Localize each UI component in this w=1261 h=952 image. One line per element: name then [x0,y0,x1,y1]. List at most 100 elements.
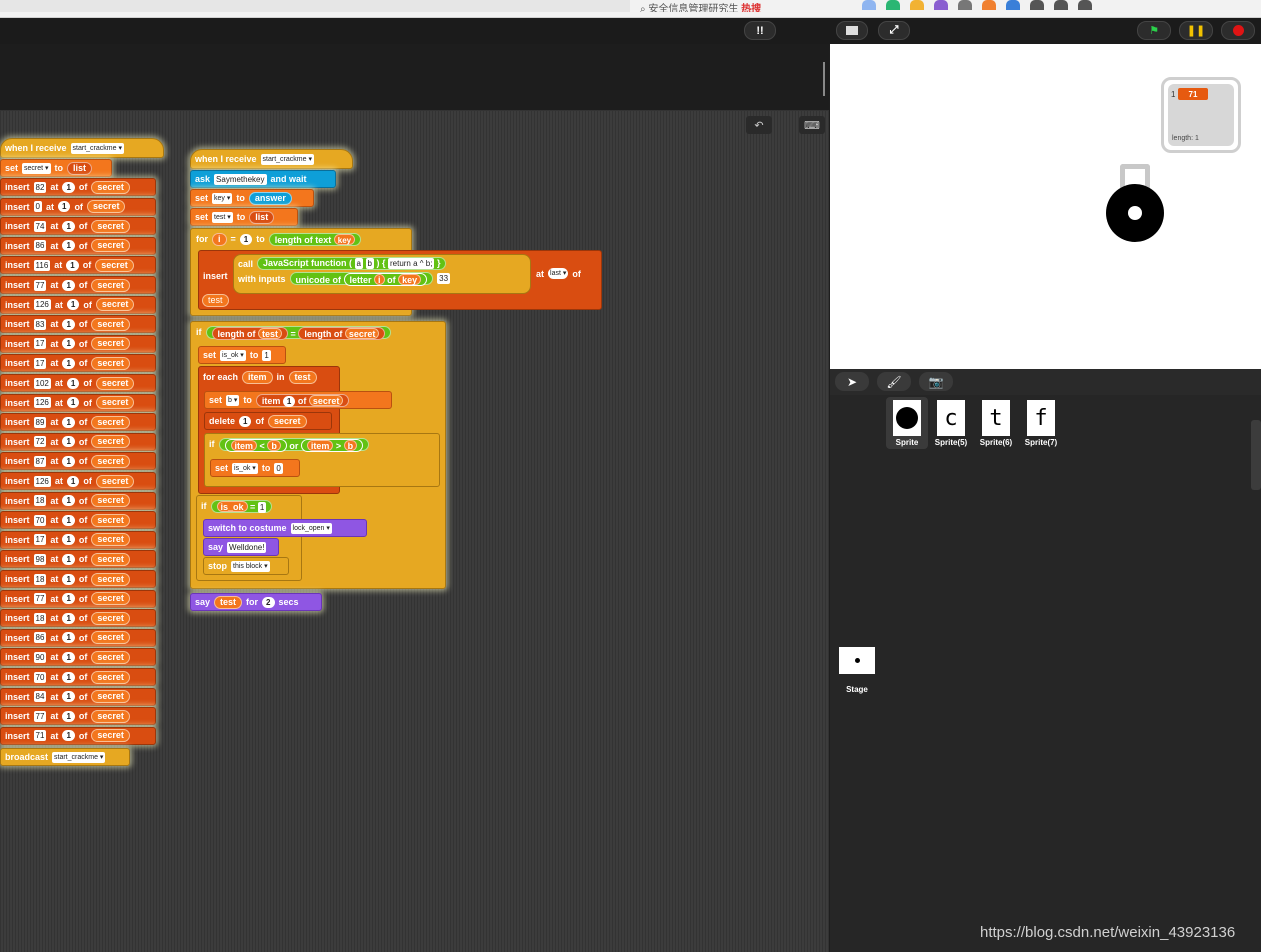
secret-var[interactable]: secret [91,592,130,606]
set-key-block[interactable]: set key to answer [190,189,314,207]
insert-value-input[interactable]: 77 [33,710,47,722]
insert-value-block[interactable]: insert 74 at 1 of secret [0,217,156,236]
corral-scrollbar[interactable] [1251,420,1261,490]
secret-var[interactable]: secret [91,631,130,645]
insert-value-input[interactable]: 90 [33,651,47,663]
secret-var[interactable]: secret [95,298,135,312]
test-var[interactable]: test [288,370,317,384]
insert-value-input[interactable]: 126 [33,475,51,487]
pane-divider[interactable] [823,62,825,96]
index-input[interactable]: 1 [282,395,296,407]
value-input[interactable]: 1 [257,501,267,513]
paint-new-sprite-button[interactable]: 🖌 [877,372,911,391]
secret-var[interactable]: secret [91,709,130,723]
sprite-tile-sprite-7[interactable]: f Sprite(7) [1020,397,1062,449]
extension-icon[interactable] [934,0,948,10]
secs-input[interactable]: 2 [262,596,275,608]
message-dropdown[interactable]: start_crackme [70,142,124,154]
insert-position-dropdown[interactable]: last [548,268,569,279]
value-input[interactable]: 1 [262,349,271,361]
secret-var[interactable]: secret [91,572,130,586]
index-input[interactable]: 1 [62,514,75,526]
var-dropdown[interactable]: test [212,211,233,223]
secret-var[interactable]: secret [91,690,130,704]
extension-icon[interactable] [982,0,996,10]
i-var[interactable]: i [374,274,385,285]
browser-address-area[interactable] [0,0,630,12]
camera-sprite-button[interactable]: 📷 [919,372,953,391]
insert-value-block[interactable]: insert 98 at 1 of secret [0,550,156,569]
insert-value-block[interactable]: insert 18 at 1 of secret [0,570,156,588]
scripts-area[interactable]: ↶ ⌨ when I receive start_crackme set sec… [0,111,829,952]
insert-value-block[interactable]: insert 126 at 1 of secret [0,393,156,412]
index-input[interactable]: 1 [57,201,71,213]
index-input[interactable]: 1 [66,475,80,487]
answer-reporter[interactable]: answer [248,191,292,205]
insert-value-input[interactable]: 84 [33,691,47,703]
value-input[interactable]: 0 [274,462,283,474]
secret-var[interactable]: secret [91,729,130,743]
insert-value-input[interactable]: 0 [33,201,42,213]
index-input[interactable]: 1 [62,220,75,232]
item-var[interactable]: item [242,370,273,384]
stop-option-dropdown[interactable]: this block [231,560,270,572]
index-input[interactable]: 1 [62,240,75,252]
var-dropdown[interactable]: b [226,394,240,406]
secret-var[interactable]: secret [86,200,126,214]
key-var[interactable]: key [333,233,356,245]
test-var[interactable]: test [202,294,229,307]
costume-dropdown[interactable]: lock_open [290,522,332,534]
index-input[interactable]: 1 [62,691,75,703]
secret-var[interactable]: secret [95,376,135,390]
insert-value-input[interactable]: 126 [33,397,51,409]
stop-block[interactable]: stop this block [203,557,289,575]
insert-value-input[interactable]: 86 [33,632,47,644]
index-input[interactable]: 1 [66,299,80,311]
key-var[interactable]: key [398,274,422,285]
set-b-block[interactable]: set b to item 1 of secret [204,391,392,409]
say-text-input[interactable]: Welldone! [227,541,267,553]
secret-var[interactable]: secret [91,650,130,664]
secret-var[interactable]: secret [344,327,380,339]
extension-icon[interactable] [1054,0,1068,10]
insert-value-block[interactable]: insert 70 at 1 of secret [0,668,156,686]
test-var[interactable]: test [258,327,283,339]
insert-value-block[interactable]: insert 70 at 1 of secret [0,511,156,530]
extension-icon[interactable] [886,0,900,10]
index-input[interactable]: 1 [62,612,75,624]
insert-value-input[interactable]: 98 [33,553,47,565]
message-dropdown[interactable]: start_crackme [260,153,314,165]
index-input[interactable]: 1 [62,593,75,605]
index-input[interactable]: 1 [62,671,75,683]
secret-var[interactable]: secret [91,552,130,566]
js-param-b[interactable]: b [365,258,374,269]
insert-value-input[interactable]: 116 [33,259,51,271]
sprite-tile-sprite-6[interactable]: t Sprite(6) [975,397,1017,449]
var-dropdown[interactable]: secret [22,162,51,174]
var-dropdown[interactable]: is_ok [232,462,258,474]
insert-value-input[interactable]: 77 [33,593,47,605]
browser-search-box[interactable]: ⌕ 安全信息管理研究生 热搜 [640,0,860,12]
secret-var[interactable]: secret [91,670,130,684]
index-input[interactable]: 1 [239,415,252,427]
secret-var[interactable]: secret [95,396,135,410]
insert-value-block[interactable]: insert 116 at 1 of secret [0,256,156,275]
index-input[interactable]: 1 [62,279,75,291]
list-watcher[interactable]: 1 71 length: 1 [1168,84,1234,146]
sprite-tile-sprite[interactable]: Sprite [886,397,928,449]
ask-and-wait-block[interactable]: ask Saymethekey and wait [190,170,336,188]
extension-icon[interactable] [1030,0,1044,10]
insert-value-input[interactable]: 70 [33,671,47,683]
isok-var[interactable]: is_ok [216,500,248,512]
index-input[interactable]: 1 [62,730,75,742]
insert-value-input[interactable]: 18 [33,573,47,585]
for-start-input[interactable]: 1 [239,233,253,245]
index-input[interactable]: 1 [62,436,75,448]
insert-value-input[interactable]: 82 [33,181,47,193]
item-var[interactable]: item [230,439,258,451]
index-input[interactable]: 1 [62,357,75,369]
b-var[interactable]: b [343,439,358,451]
insert-value-input[interactable]: 72 [33,436,47,448]
less-than-predicate[interactable]: item < b [224,438,287,452]
index-input[interactable]: 1 [62,455,75,467]
